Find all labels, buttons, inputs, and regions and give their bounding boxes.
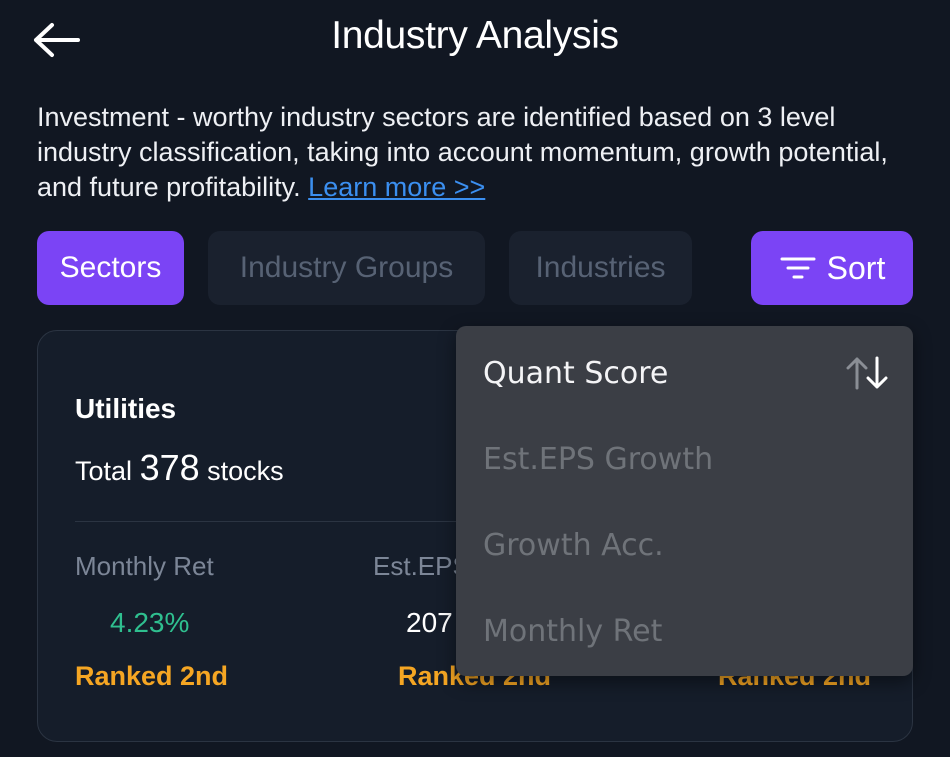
total-stocks: Total 378 stocks — [75, 447, 284, 489]
tab-industries[interactable]: Industries — [509, 231, 692, 305]
total-suffix: stocks — [207, 456, 284, 486]
filter-lines-icon — [780, 257, 816, 279]
sort-dropdown-menu: Quant Score Est.EPS Growth Growth Acc. M… — [456, 326, 913, 676]
page-title: Industry Analysis — [331, 14, 619, 57]
sort-option-quant-score[interactable]: Quant Score — [483, 343, 891, 403]
tab-industry-groups[interactable]: Industry Groups — [208, 231, 485, 305]
description: Investment - worthy industry sectors are… — [37, 100, 897, 205]
metric-value-monthly-ret: 4.23% — [110, 607, 190, 638]
tab-sectors[interactable]: Sectors — [37, 231, 184, 305]
sort-label: Sort — [826, 249, 886, 286]
sort-button[interactable]: Sort — [751, 231, 913, 305]
sort-option-est-eps-growth[interactable]: Est.EPS Growth — [483, 429, 891, 489]
sort-option-label: Quant Score — [483, 355, 669, 391]
sort-option-monthly-ret[interactable]: Monthly Ret — [483, 601, 891, 661]
metric-value-est-eps-growth: 207 — [406, 607, 453, 638]
learn-more-link[interactable]: Learn more >> — [308, 172, 485, 202]
metric-rank-monthly-ret: Ranked 2nd — [75, 661, 229, 691]
total-count: 378 — [139, 447, 200, 488]
sector-name: Utilities — [75, 393, 177, 424]
total-prefix: Total — [75, 456, 133, 486]
sort-option-growth-acc[interactable]: Growth Acc. — [483, 515, 891, 575]
sort-arrows-icon — [846, 356, 888, 390]
metric-label-monthly-ret: Monthly Ret — [75, 551, 214, 581]
industry-analysis-screen: Industry Analysis Investment - worthy in… — [0, 0, 950, 757]
